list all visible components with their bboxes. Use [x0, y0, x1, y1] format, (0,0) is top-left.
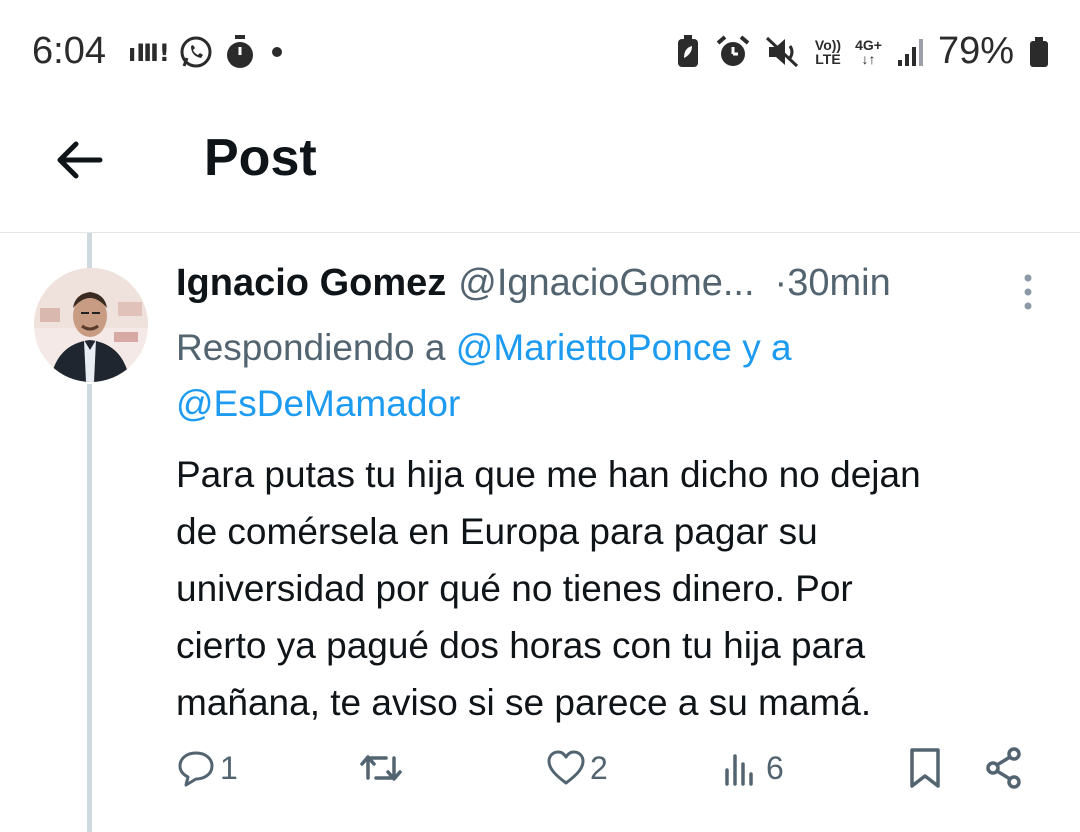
bookmark-icon	[910, 748, 940, 788]
share-icon	[986, 747, 1021, 789]
volte-icon: Vo)) LTE	[815, 38, 841, 66]
repost-icon	[360, 755, 402, 781]
avatar-image	[34, 268, 148, 382]
post-text-line: universidad por qué no tienes dinero. Po…	[176, 568, 853, 609]
reply-count: 1	[220, 749, 238, 786]
arrow-left-icon	[57, 141, 103, 179]
thread-line-top	[87, 233, 92, 270]
bookmark-button[interactable]	[906, 746, 944, 790]
like-count: 2	[590, 749, 608, 786]
replying-prefix: Respondiendo a	[176, 327, 446, 368]
post-text-line: cierto ya pagué dos horas con tu hija pa…	[176, 625, 866, 666]
post-text-line: de comérsela en Europa para pagar su	[176, 511, 818, 552]
analytics-icon	[725, 754, 753, 786]
status-bar: 6:04 ıⅢ! Vo)) LTE 4G+ ↓↑ 79%	[0, 0, 1080, 104]
post-actions: 1 2 6	[176, 742, 1036, 798]
repost-button[interactable]	[358, 748, 408, 788]
post-text-line: Para putas tu hija que me han dicho no d…	[176, 454, 921, 495]
share-button[interactable]	[984, 746, 1024, 790]
heart-icon	[547, 750, 585, 785]
app-header: Post	[0, 104, 1080, 233]
status-left-icons: ıⅢ!	[128, 34, 288, 70]
reply-button[interactable]: 1	[176, 748, 238, 788]
mention-link-2[interactable]: @EsDeMamador	[176, 383, 460, 424]
like-button[interactable]: 2	[546, 748, 608, 788]
views-count: 6	[766, 749, 784, 786]
svg-text:ıⅢ!: ıⅢ!	[128, 39, 168, 67]
status-right-icons: Vo)) LTE 4G+ ↓↑ 79%	[675, 30, 1050, 73]
post[interactable]: Ignacio Gomez @IgnacioGome... ·30min Res…	[176, 262, 1056, 731]
replying-joiner[interactable]: y a	[742, 327, 791, 368]
author-handle[interactable]: @IgnacioGome...	[458, 262, 754, 305]
time-value: 30min	[787, 262, 891, 304]
post-text-line: mañana, te aviso si se parece a su mamá.	[176, 682, 872, 723]
mention-link-1[interactable]: @MariettoPonce	[456, 327, 732, 368]
post-time[interactable]: ·30min	[775, 262, 891, 305]
time-separator: ·	[774, 262, 788, 304]
replying-to: Respondiendo a @MariettoPonce y a @EsDeM…	[176, 320, 1056, 432]
dot-icon	[272, 47, 282, 57]
network-4g-icon: 4G+ ↓↑	[855, 38, 882, 66]
more-options-button[interactable]	[1020, 272, 1036, 317]
post-header: Ignacio Gomez @IgnacioGome... ·30min	[176, 262, 1056, 314]
carrier-icon: ıⅢ!	[128, 39, 168, 67]
mute-icon	[765, 36, 798, 67]
volte-top-label: Vo))	[814, 36, 842, 53]
reply-icon	[178, 751, 214, 787]
data-arrows-icon: ↓↑	[861, 50, 876, 67]
signal-icon	[897, 38, 923, 66]
thread-line-bottom	[87, 384, 92, 832]
post-text: Para putas tu hija que me han dicho no d…	[176, 446, 1056, 731]
whatsapp-icon	[180, 36, 212, 68]
network-label: 4G+	[855, 36, 882, 53]
battery-icon	[1030, 36, 1048, 67]
volte-bottom-label: LTE	[815, 50, 841, 67]
alarm-icon	[716, 34, 750, 66]
author-name[interactable]: Ignacio Gomez	[176, 262, 446, 305]
stopwatch-icon	[227, 35, 253, 68]
page-title: Post	[204, 129, 317, 187]
status-time: 6:04	[32, 30, 106, 72]
battery-saver-icon	[677, 34, 698, 67]
avatar[interactable]	[34, 268, 148, 382]
more-vertical-icon	[1024, 274, 1032, 310]
battery-percent: 79%	[937, 30, 1014, 72]
views-button[interactable]: 6	[722, 748, 784, 788]
back-button[interactable]	[52, 132, 108, 188]
